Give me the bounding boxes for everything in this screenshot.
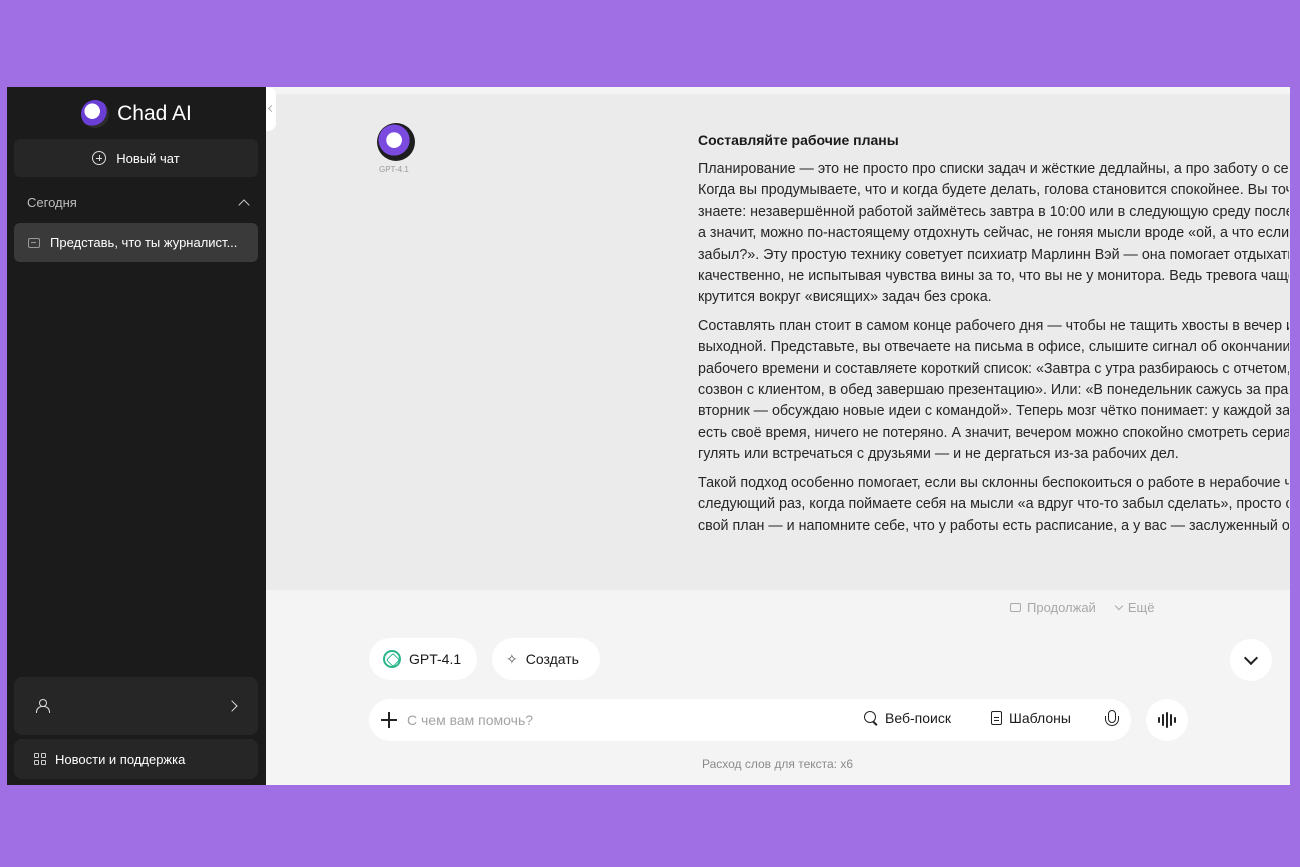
chat-bubble-icon: [1010, 603, 1021, 612]
message-paragraph: Планирование — это не просто про списки …: [698, 161, 1290, 306]
sidebar: Chad AI Новый чат Сегодня Представь, что…: [7, 87, 266, 785]
web-search-label: Веб-поиск: [885, 710, 951, 726]
brand-name: Chad AI: [117, 102, 192, 125]
model-chip-label: GPT-4.1: [409, 651, 462, 667]
create-chip-label: Создать: [525, 651, 579, 667]
new-chat-label: Новый чат: [116, 150, 180, 166]
more-options-button[interactable]: Ещё: [1114, 600, 1155, 615]
new-chat-button[interactable]: Новый чат: [14, 139, 258, 177]
message-actions: Продолжай Ещё: [1010, 600, 1154, 615]
scrollbar[interactable]: [1289, 94, 1290, 590]
sidebar-chat-item[interactable]: Представь, что ты журналист...: [14, 223, 258, 262]
waveform-icon: [1166, 712, 1168, 728]
brand-logo-icon: [81, 100, 110, 128]
usage-note: Расход слов для текста: x6: [701, 757, 854, 771]
model-select-chip[interactable]: GPT-4.1: [369, 638, 477, 680]
waveform-icon: [1162, 714, 1164, 726]
message-paragraph: Такой подход особенно помогает, если вы …: [698, 474, 1290, 534]
news-support-button[interactable]: Новости и поддержка: [14, 739, 258, 779]
message-paragraph: Составлять план стоит в самом конце рабо…: [698, 317, 1290, 463]
message-body: Планирование — это не просто про списки …: [698, 159, 1290, 544]
prompt-input[interactable]: [407, 709, 847, 731]
document-icon: [991, 711, 1002, 725]
chevron-down-icon: [1114, 601, 1124, 611]
plus-icon[interactable]: [381, 712, 397, 728]
sparkle-icon: ✧: [506, 650, 518, 667]
composer: Веб-поиск Шаблоны: [369, 699, 1131, 741]
templates-button[interactable]: Шаблоны: [991, 710, 1071, 726]
create-chip[interactable]: ✧ Создать: [492, 638, 600, 680]
circle-plus-icon: [92, 151, 107, 165]
section-title: Сегодня: [27, 195, 77, 210]
message-model-label: GPT-4.1: [379, 165, 409, 174]
brand[interactable]: Chad AI: [7, 99, 266, 129]
templates-label: Шаблоны: [1009, 710, 1071, 726]
main-area: GPT-4.1 Составляйте рабочие планы Планир…: [266, 87, 1290, 785]
profile-button[interactable]: [14, 677, 258, 735]
microphone-icon[interactable]: [1105, 710, 1119, 730]
continue-button[interactable]: Продолжай: [1010, 600, 1096, 615]
chat-bubble-icon: [28, 237, 40, 248]
assistant-avatar: [377, 123, 415, 161]
search-icon: [864, 711, 878, 725]
app-window: Chad AI Новый чат Сегодня Представь, что…: [7, 87, 1290, 785]
grid-plus-icon: [34, 753, 46, 765]
scroll-down-button[interactable]: [1230, 639, 1272, 681]
message-title: Составляйте рабочие планы: [698, 132, 899, 148]
continue-label: Продолжай: [1027, 600, 1096, 615]
voice-mode-button[interactable]: [1146, 699, 1188, 741]
user-icon: [36, 699, 50, 713]
waveform-icon: [1170, 714, 1172, 726]
chevron-right-icon: [226, 700, 238, 712]
waveform-icon: [1158, 717, 1160, 723]
news-support-label: Новости и поддержка: [55, 751, 186, 767]
chat-item-title: Представь, что ты журналист...: [50, 235, 238, 250]
section-today-toggle[interactable]: Сегодня: [27, 195, 252, 211]
more-options-label: Ещё: [1127, 600, 1155, 615]
web-search-button[interactable]: Веб-поиск: [864, 710, 951, 726]
sidebar-collapse-tab[interactable]: [266, 87, 276, 131]
waveform-icon: [1174, 717, 1176, 723]
chevron-up-icon: [238, 198, 250, 211]
assistant-message: GPT-4.1 Составляйте рабочие планы Планир…: [266, 94, 1290, 590]
openai-icon: [383, 650, 401, 668]
